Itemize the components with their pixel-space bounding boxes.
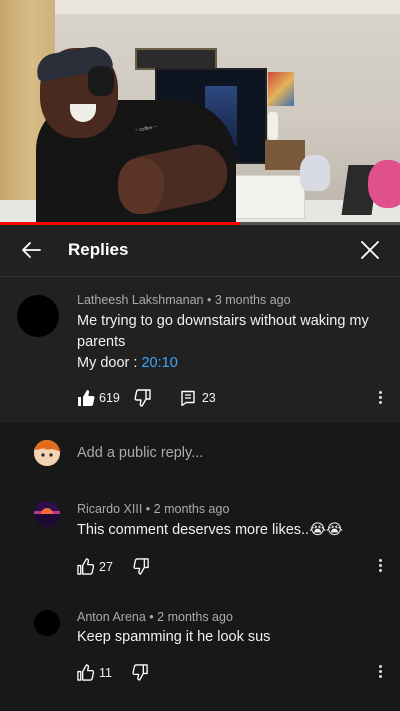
avatar[interactable] xyxy=(34,501,60,527)
comment-author[interactable]: Anton Arena xyxy=(77,610,146,624)
video-shelf xyxy=(265,140,305,170)
like-count: 11 xyxy=(99,665,112,680)
video-pink-plush xyxy=(368,160,400,208)
comment-actions: 619 23 xyxy=(77,389,216,407)
comment-text: Keep spamming it he look sus xyxy=(77,629,271,645)
comment-actions: 11 xyxy=(77,664,149,681)
dislike-icon[interactable] xyxy=(134,389,152,407)
back-arrow-icon[interactable] xyxy=(20,239,42,261)
reply-count-icon[interactable] xyxy=(180,390,196,406)
dislike-icon[interactable] xyxy=(133,558,150,575)
like-filled-icon[interactable] xyxy=(77,389,95,407)
comment-actions: 27 xyxy=(77,558,150,575)
video-person-hand xyxy=(118,158,164,214)
avatar[interactable] xyxy=(17,295,59,337)
comment-text-line: parents xyxy=(77,334,126,350)
comment-time: 3 months ago xyxy=(214,293,291,307)
video-plush xyxy=(300,155,330,191)
video-headphone xyxy=(88,66,114,96)
video-player[interactable]: ~ coffee ~ xyxy=(0,0,400,225)
close-icon[interactable] xyxy=(359,239,381,261)
replies-header: Replies xyxy=(0,225,400,277)
timestamp-link[interactable]: 20:10 xyxy=(141,355,177,371)
meta-separator: • xyxy=(206,293,215,307)
comment-text-line: Me trying to go downstairs without wakin… xyxy=(77,313,369,329)
header-title: Replies xyxy=(68,240,129,259)
video-picture-frame xyxy=(135,48,217,70)
user-avatar xyxy=(34,440,60,466)
meta-separator: • xyxy=(145,502,154,516)
more-options-icon[interactable] xyxy=(377,663,383,683)
reply-count: 23 xyxy=(201,391,216,405)
video-lamp xyxy=(268,112,278,140)
reply-input[interactable]: Add a public reply... xyxy=(77,445,203,461)
comment-meta: Ricardo XIII • 2 months ago xyxy=(77,502,229,516)
like-count: 619 xyxy=(99,391,120,405)
more-options-icon[interactable] xyxy=(377,557,383,577)
comment-author[interactable]: Ricardo XIII xyxy=(77,502,142,516)
comment-text-prefix: My door : xyxy=(77,355,142,371)
dislike-icon[interactable] xyxy=(132,664,149,681)
like-icon[interactable] xyxy=(77,558,94,575)
like-count: 27 xyxy=(99,559,113,574)
more-options-icon[interactable] xyxy=(377,389,383,409)
comment-text: Me trying to go downstairs without wakin… xyxy=(77,311,392,374)
comment-text: This comment deserves more likes..😭😭 xyxy=(77,522,343,538)
video-ceiling xyxy=(55,0,400,14)
video-poster xyxy=(268,72,294,106)
top-comment: Latheesh Lakshmanan • 3 months ago Me tr… xyxy=(0,277,400,423)
comment-text-line: My door : 20:10 xyxy=(77,353,392,374)
comment-time: 2 months ago xyxy=(157,610,233,624)
comment-meta: Anton Arena • 2 months ago xyxy=(77,610,233,624)
comment-author[interactable]: Latheesh Lakshmanan xyxy=(77,293,203,307)
meta-separator: • xyxy=(149,610,158,624)
comment-meta: Latheesh Lakshmanan • 3 months ago xyxy=(77,293,291,307)
replies-panel: Latheesh Lakshmanan • 3 months ago Me tr… xyxy=(0,277,400,711)
add-reply-bar[interactable]: Add a public reply... xyxy=(0,432,400,476)
comment-time: 2 months ago xyxy=(153,502,230,516)
avatar[interactable] xyxy=(34,610,60,636)
like-icon[interactable] xyxy=(77,664,94,681)
